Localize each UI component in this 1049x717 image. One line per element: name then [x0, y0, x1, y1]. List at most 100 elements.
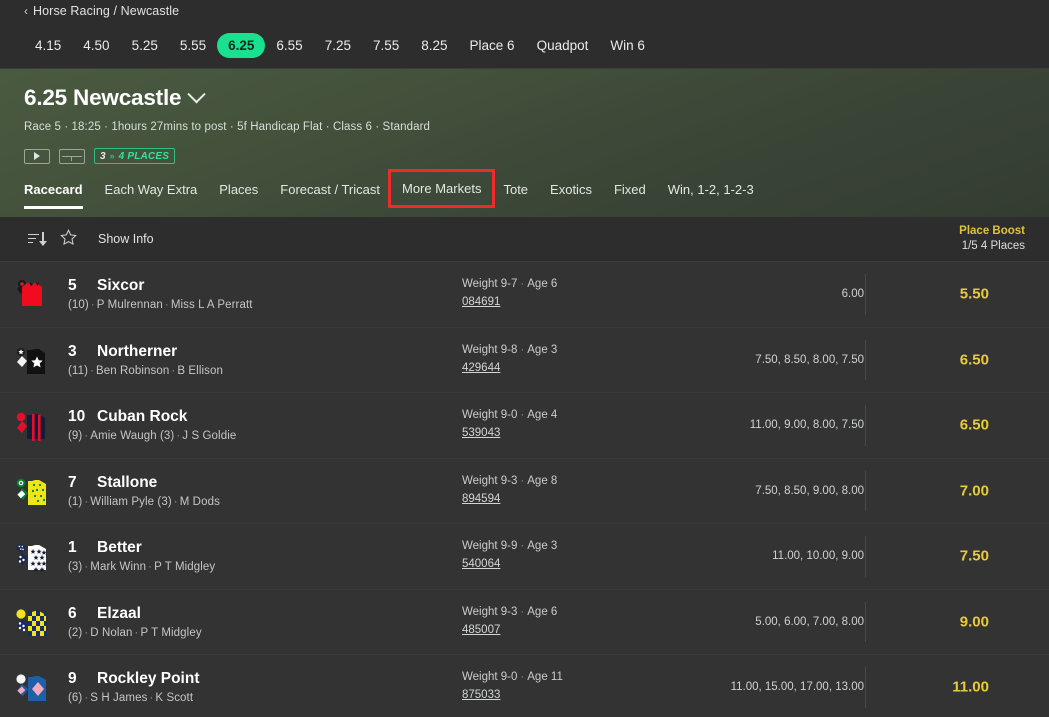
runner-odds-button[interactable]: 7.00: [960, 482, 989, 499]
runner-weight: Weight 9-9: [462, 540, 518, 553]
runner-name[interactable]: Better: [97, 539, 142, 557]
breadcrumb: ‹ Horse Racing / Newcastle: [0, 0, 1049, 22]
star-outline-icon[interactable]: [59, 228, 78, 251]
runner-trainer: K Scott: [155, 692, 194, 705]
runner-age: Age 3: [527, 343, 558, 356]
runner-odds-button[interactable]: 9.00: [960, 613, 989, 630]
tab-win-1-2-1-2-3[interactable]: Win, 1-2, 1-2-3: [657, 173, 765, 197]
runner-draw: (11): [68, 364, 88, 377]
race-time-quadpot[interactable]: Quadpot: [526, 33, 600, 58]
runner-form[interactable]: 540064: [462, 558, 500, 570]
runner-trainer: B Ellison: [177, 364, 223, 377]
race-time-win-6[interactable]: Win 6: [599, 33, 656, 58]
runner-price-history: 11.00, 10.00, 9.00: [772, 550, 864, 563]
sort-descending-icon[interactable]: [28, 231, 47, 247]
runner-form[interactable]: 894594: [462, 493, 500, 505]
form-guide-icon[interactable]: [59, 148, 85, 164]
race-time-8-25[interactable]: 8.25: [410, 33, 458, 58]
separator: ·: [520, 343, 525, 356]
race-time-5-25[interactable]: 5.25: [121, 33, 169, 58]
tab-racecard[interactable]: Racecard: [24, 173, 94, 209]
tab-forecast-tricast[interactable]: Forecast / Tricast: [269, 173, 391, 197]
runner-odds-button[interactable]: 6.50: [960, 417, 989, 434]
runner-form[interactable]: 875033: [462, 689, 500, 701]
tab-fixed[interactable]: Fixed: [603, 173, 657, 197]
runner-odds-button[interactable]: 11.00: [952, 679, 989, 696]
race-time-6-25[interactable]: 6.25: [217, 32, 266, 58]
runner-name[interactable]: Stallone: [97, 474, 157, 492]
runner-jockey: P Mulrennan: [96, 299, 163, 312]
play-icon[interactable]: [24, 148, 50, 164]
show-info-toggle[interactable]: Show Info: [98, 232, 154, 246]
runner-stats: Weight 9-0 · Age 4 539043: [462, 409, 557, 441]
table-row[interactable]: 3 Northerner (11) · Ben Robinson · B Ellison We…: [0, 327, 1049, 393]
runner-age: Age 8: [527, 474, 558, 487]
places-badge-number: 3: [100, 150, 106, 162]
runner-number: 1: [68, 539, 77, 557]
race-header: 6.25 Newcastle Race 5 · 18:25 · 1hours 2…: [0, 69, 1049, 217]
jockey-silk-icon: [0, 473, 64, 509]
tab-each-way-extra[interactable]: Each Way Extra: [94, 173, 209, 197]
runner-price-history: 5.00, 6.00, 7.00, 8.00: [755, 615, 864, 628]
runner-weight: Weight 9-0: [462, 409, 518, 422]
race-time-nav: 4.15 4.50 5.25 5.55 6.25 6.55 7.25 7.55 8.25 Plac…: [0, 22, 1049, 69]
table-row[interactable]: 1 Better (3) · Mark Winn · P T Midgley Weight 9…: [0, 524, 1049, 590]
chevron-down-icon[interactable]: [187, 84, 207, 103]
runner-weight: Weight 9-7: [462, 278, 518, 291]
column-divider: [865, 274, 866, 315]
separator: ·: [173, 495, 178, 508]
table-row[interactable]: 7 Stallone (1) · William Pyle (3) · M Dods Weig…: [0, 458, 1049, 524]
jockey-silk-icon: [0, 276, 64, 312]
tab-exotics[interactable]: Exotics: [539, 173, 603, 197]
runner-odds-button[interactable]: 5.50: [960, 286, 989, 303]
column-divider: [865, 339, 866, 380]
runner-name[interactable]: Cuban Rock: [97, 408, 187, 426]
runner-age: Age 11: [527, 671, 563, 684]
tab-places[interactable]: Places: [208, 173, 269, 197]
runner-price-history: 7.50, 8.50, 8.00, 7.50: [755, 353, 864, 366]
runner-name[interactable]: Northerner: [97, 343, 177, 361]
runner-name[interactable]: Rockley Point: [97, 670, 200, 688]
table-row[interactable]: 6 Elzaal (2) · D Nolan · P T Midgley Weight 9-3…: [0, 589, 1049, 655]
runner-trainer: J S Goldie: [182, 430, 237, 443]
runner-name[interactable]: Sixcor: [97, 277, 144, 295]
table-row[interactable]: 5 Sixcor (10) · P Mulrennan · Miss L A Perratt…: [0, 262, 1049, 328]
race-time-6-55[interactable]: 6.55: [265, 33, 313, 58]
runner-form[interactable]: 539043: [462, 427, 500, 439]
runner-price-history: 11.00, 9.00, 8.00, 7.50: [749, 419, 864, 432]
separator: ·: [520, 409, 525, 422]
runner-stats: Weight 9-0 · Age 11 875033: [462, 671, 563, 703]
separator: ·: [90, 364, 94, 377]
runner-odds-button[interactable]: 7.50: [960, 548, 989, 565]
runner-form[interactable]: 084691: [462, 296, 500, 308]
race-time-place-6[interactable]: Place 6: [459, 33, 526, 58]
runner-form[interactable]: 429644: [462, 362, 500, 374]
race-time-7-25[interactable]: 7.25: [314, 33, 362, 58]
places-badge[interactable]: 3 » 4 PLACES: [94, 148, 176, 164]
race-time-5-55[interactable]: 5.55: [169, 33, 217, 58]
runner-stats: Weight 9-3 · Age 8 894594: [462, 475, 557, 507]
runners-list: 5 Sixcor (10) · P Mulrennan · Miss L A Perratt…: [0, 262, 1049, 717]
runner-draw: (2): [68, 626, 83, 639]
runner-trainer: Miss L A Perratt: [170, 299, 253, 312]
breadcrumb-text[interactable]: Horse Racing / Newcastle: [33, 4, 179, 18]
race-time-4-15[interactable]: 4.15: [24, 33, 72, 58]
tab-tote[interactable]: Tote: [492, 173, 539, 197]
runner-form[interactable]: 485007: [462, 624, 500, 636]
place-boost-title: Place Boost: [959, 225, 1025, 237]
runner-jockey: Mark Winn: [90, 561, 147, 574]
separator: ·: [520, 605, 525, 618]
runner-number: 5: [68, 277, 77, 295]
runner-draw: (3): [68, 561, 83, 574]
runner-name[interactable]: Elzaal: [97, 605, 141, 623]
race-time-7-55[interactable]: 7.55: [362, 33, 410, 58]
table-row[interactable]: 9 Rockley Point (6) · S H James · K Scott Weigh…: [0, 655, 1049, 717]
runner-number: 7: [68, 473, 77, 491]
runner-odds-button[interactable]: 6.50: [960, 351, 989, 368]
chevron-left-icon[interactable]: ‹: [24, 5, 28, 17]
race-time-4-50[interactable]: 4.50: [72, 33, 120, 58]
column-divider: [865, 667, 866, 708]
tab-more-markets[interactable]: More Markets: [387, 169, 496, 208]
jockey-silk-icon: [0, 538, 64, 574]
table-row[interactable]: 10 Cuban Rock (9) · Amie Waugh (3) · J S Goldi…: [0, 393, 1049, 459]
